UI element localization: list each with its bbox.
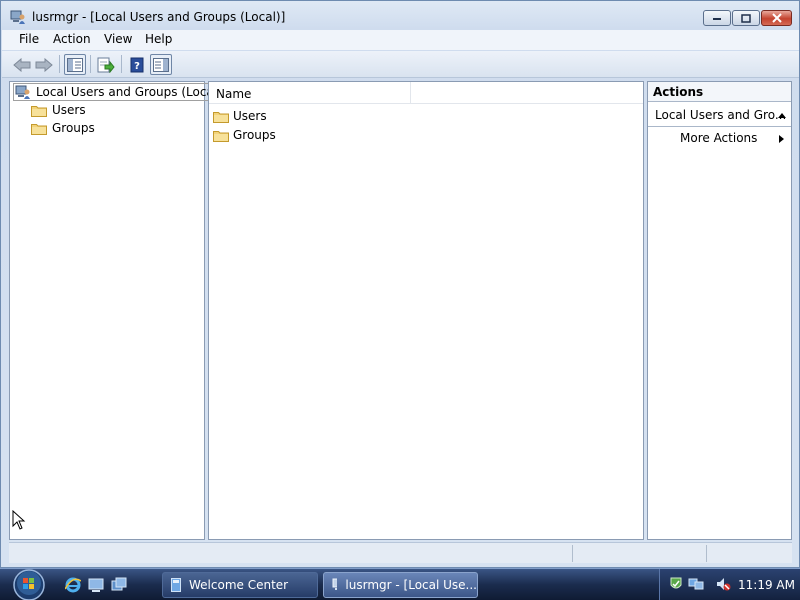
console-tree-icon: [67, 57, 83, 72]
tree-item-label: Users: [52, 103, 86, 117]
svg-text:?: ?: [134, 61, 140, 72]
export-list-button[interactable]: [95, 54, 117, 75]
show-hide-action-pane-button[interactable]: [150, 54, 172, 75]
security-center-icon[interactable]: [668, 576, 684, 592]
console-tree-pane[interactable]: Local Users and Groups (Local) Users Gro…: [9, 81, 225, 540]
status-separator: [706, 545, 707, 562]
maximize-button[interactable]: [732, 10, 760, 26]
internet-explorer-icon[interactable]: [65, 577, 81, 593]
forward-button[interactable]: [33, 54, 55, 75]
tree-item-groups[interactable]: Groups: [31, 119, 95, 137]
list-header: Name: [209, 82, 643, 104]
window-title: lusrmgr - [Local Users and Groups (Local…: [32, 10, 286, 24]
actions-section-header[interactable]: Local Users and Gro...: [648, 103, 791, 127]
menu-bar: File Action View Help: [2, 30, 799, 50]
show-hide-console-tree-button[interactable]: [64, 54, 86, 75]
folder-icon: [31, 123, 47, 135]
toolbar-separator: [121, 55, 122, 73]
list-item-groups[interactable]: Groups: [213, 126, 276, 144]
start-button-orb-icon[interactable]: [8, 569, 50, 600]
back-button[interactable]: [11, 54, 33, 75]
tree-item-label: Local Users and Groups (Local): [36, 85, 222, 99]
taskbar-button-welcome-center[interactable]: Welcome Center: [162, 572, 318, 598]
actions-pane: Actions Local Users and Gro... More Acti…: [647, 81, 792, 540]
menu-action[interactable]: Action: [53, 32, 91, 46]
folder-icon: [213, 130, 229, 142]
taskbar: Welcome Center lusrmgr - [Local Use... 1…: [0, 568, 800, 600]
menu-view[interactable]: View: [104, 32, 132, 46]
mouse-pointer-icon: [12, 510, 26, 530]
volume-muted-icon[interactable]: [715, 576, 731, 592]
folder-icon: [213, 111, 229, 123]
toolbar-separator: [90, 55, 91, 73]
taskbar-button-lusrmgr[interactable]: lusrmgr - [Local Use...: [323, 572, 478, 598]
title-bar[interactable]: lusrmgr - [Local Users and Groups (Local…: [1, 1, 799, 30]
switch-windows-icon[interactable]: [111, 577, 127, 593]
toolbar-separator: [59, 55, 60, 73]
forward-arrow-icon: [35, 57, 53, 72]
list-item-label: Groups: [233, 128, 276, 142]
collapse-up-icon[interactable]: [778, 113, 786, 118]
tree-item-label: Groups: [52, 121, 95, 135]
tree-item-users[interactable]: Users: [31, 101, 86, 119]
users-computer-icon: [332, 578, 338, 590]
users-computer-icon: [10, 10, 26, 24]
status-separator: [572, 545, 573, 562]
more-actions-item[interactable]: More Actions: [680, 131, 757, 145]
network-icon[interactable]: [688, 576, 704, 592]
actions-title: Actions: [648, 82, 791, 102]
taskbar-button-label: Welcome Center: [189, 578, 289, 592]
close-button[interactable]: [761, 10, 792, 26]
restore-icon: [741, 13, 751, 23]
notification-area: 11:19 AM: [659, 569, 800, 600]
submenu-arrow-icon: [779, 135, 784, 143]
minimize-button[interactable]: [703, 10, 731, 26]
menu-file[interactable]: File: [19, 32, 39, 46]
folder-icon: [31, 105, 47, 117]
toolbar: ?: [2, 51, 799, 78]
action-pane-icon: [153, 57, 169, 72]
users-computer-icon: [15, 85, 30, 99]
export-list-icon: [97, 57, 115, 73]
list-item-label: Users: [233, 109, 267, 123]
list-item-users[interactable]: Users: [213, 107, 267, 125]
welcome-center-icon: [171, 578, 181, 592]
actions-section-label: Local Users and Gro...: [655, 108, 787, 122]
clock[interactable]: 11:19 AM: [738, 578, 795, 592]
close-icon: [771, 13, 782, 23]
status-bar: [9, 542, 792, 563]
help-button[interactable]: ?: [126, 54, 148, 75]
column-header-name[interactable]: Name: [209, 82, 411, 104]
minimize-icon: [713, 18, 721, 20]
tree-item-local-users-and-groups[interactable]: Local Users and Groups (Local): [13, 83, 225, 101]
results-pane[interactable]: Name Users Groups: [208, 81, 644, 540]
column-header-empty: [412, 82, 643, 104]
menu-help[interactable]: Help: [145, 32, 172, 46]
mmc-window: lusrmgr - [Local Users and Groups (Local…: [0, 0, 800, 568]
back-arrow-icon: [13, 57, 31, 72]
taskbar-button-label: lusrmgr - [Local Use...: [345, 578, 477, 592]
show-desktop-icon[interactable]: [88, 577, 104, 593]
help-book-icon: ?: [130, 57, 144, 72]
